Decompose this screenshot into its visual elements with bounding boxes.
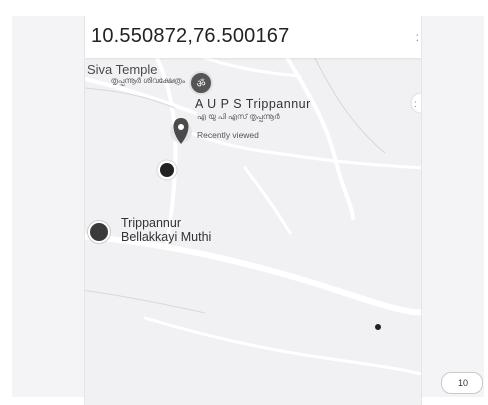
bell-icon[interactable] [88,221,110,243]
page-number-badge[interactable]: 10 [441,372,483,394]
place-label-line2: Bellakkayi Muthi [121,230,212,244]
search-bar[interactable]: 10.550872,76.500167 : [85,16,421,58]
phone-screen: : 10.550872,76.500167 : ॐ r Siva Temple … [84,16,422,405]
place-label-line1: Trippannur [121,216,181,230]
more-options-icon[interactable]: : [416,30,419,44]
current-location-icon [156,159,178,181]
place-label-bellakkayi[interactable]: Trippannur Bellakkayi Muthi [121,216,211,244]
right-edge-glyph: : [414,99,417,110]
place-label-school[interactable]: A U P S Trippannur [195,97,311,111]
small-dot-icon [375,324,381,330]
place-label-school-local: എ യു പി എസ് തൃപ്പന്നൂർ [197,112,280,121]
recently-viewed-label: Recently viewed [197,130,259,140]
place-label-temple-local: തൃപ്പന്നൂർ ശിവക്ഷേത്രം [110,76,185,85]
om-icon[interactable]: ॐ [189,71,213,95]
place-label-temple[interactable]: r Siva Temple [85,62,158,77]
search-query-text[interactable]: 10.550872,76.500167 [91,25,289,48]
